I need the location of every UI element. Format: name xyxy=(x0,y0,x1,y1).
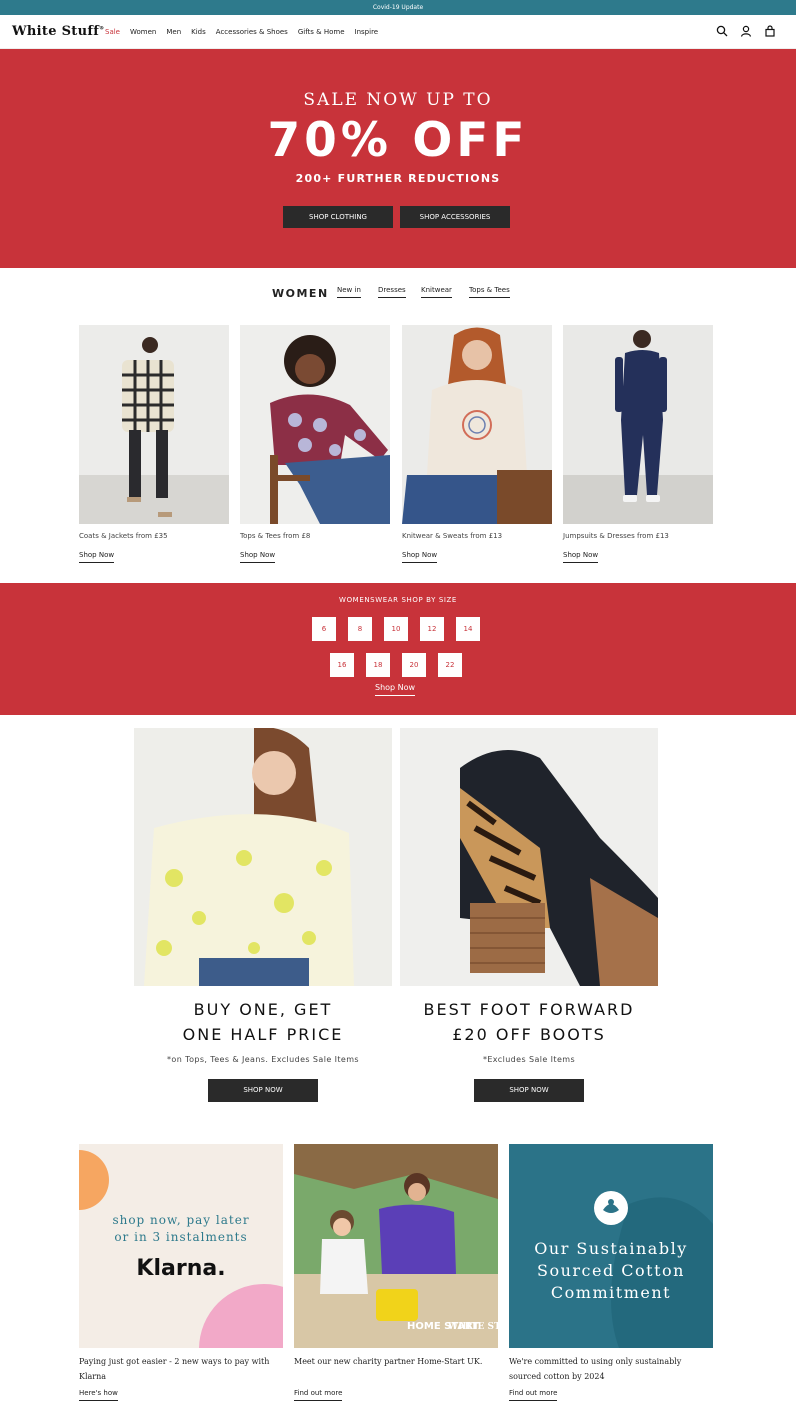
menu-item-gifts-home[interactable]: Gifts & Home xyxy=(298,28,345,36)
card-caption: Tops & Tees from £8 xyxy=(240,532,311,540)
size-button-10[interactable]: 10 xyxy=(384,617,408,641)
shop-by-size-link[interactable]: Shop Now xyxy=(375,683,416,696)
sustainable-cotton-image[interactable]: Our Sustainably Sourced Cotton Commitmen… xyxy=(509,1144,713,1348)
home-start-charity-image[interactable]: HOME START WHITE STUFF xyxy=(294,1144,498,1348)
women-link-knitwear[interactable]: Knitwear xyxy=(421,286,452,298)
home-start-tile[interactable]: HOME START WHITE STUFF Meet our new char… xyxy=(294,1144,498,1401)
covid-update-link[interactable]: Covid-19 Update xyxy=(373,4,423,11)
find-out-more-link[interactable]: Find out more xyxy=(294,1389,343,1401)
boot-image[interactable] xyxy=(400,728,658,986)
women-section-header: WOMEN New in Dresses Knitwear Tops & Tee… xyxy=(0,284,796,304)
size-button-22[interactable]: 22 xyxy=(438,653,462,677)
category-card-knitwear[interactable]: Knitwear & Sweats from £13 Shop Now xyxy=(402,325,552,563)
size-button-6[interactable]: 6 xyxy=(312,617,336,641)
header-nav: White Stuff® Sale Women Men Kids Accesso… xyxy=(0,15,796,49)
size-button-16[interactable]: 16 xyxy=(330,653,354,677)
cotton-heading-line2: Sourced Cotton xyxy=(537,1261,685,1280)
size-button-18[interactable]: 18 xyxy=(366,653,390,677)
size-button-20[interactable]: 20 xyxy=(402,653,426,677)
sale-hero-banner: SALE NOW UP TO 70% OFF 200+ FURTHER REDU… xyxy=(0,49,796,268)
shop-clothing-button[interactable]: SHOP CLOTHING xyxy=(283,206,393,228)
card-caption: Jumpsuits & Dresses from £13 xyxy=(563,532,669,540)
coats-model-image[interactable] xyxy=(79,325,229,524)
tile-description: Meet our new charity partner Home-Start … xyxy=(294,1357,483,1366)
menu-item-kids[interactable]: Kids xyxy=(191,28,206,36)
menu-item-sale[interactable]: Sale xyxy=(105,28,120,36)
women-link-dresses[interactable]: Dresses xyxy=(378,286,406,298)
shop-now-link[interactable]: Shop Now xyxy=(240,551,276,563)
jumpsuits-model-image[interactable] xyxy=(563,325,713,524)
cotton-heading-line3: Commitment xyxy=(551,1283,671,1302)
category-card-coats[interactable]: Coats & Jackets from £35 Shop Now xyxy=(79,325,229,563)
women-title: WOMEN xyxy=(272,287,329,300)
promo-heading-line2: £20 OFF BOOTS xyxy=(452,1025,606,1044)
account-icon[interactable] xyxy=(740,25,752,37)
covid-update-bar[interactable]: Covid-19 Update xyxy=(0,0,796,15)
menu-item-accessories-shoes[interactable]: Accessories & Shoes xyxy=(216,28,288,36)
cotton-heading-line1: Our Sustainably xyxy=(534,1239,687,1258)
search-icon[interactable] xyxy=(716,25,728,37)
promo-note: *on Tops, Tees & Jeans. Excludes Sale It… xyxy=(167,1055,359,1064)
promo-boots: BEST FOOT FORWARD £20 OFF BOOTS *Exclude… xyxy=(400,728,658,1102)
sustainable-cotton-tile[interactable]: Our Sustainably Sourced Cotton Commitmen… xyxy=(509,1144,713,1401)
size-button-14[interactable]: 14 xyxy=(456,617,480,641)
tops-model-image[interactable] xyxy=(240,325,390,524)
header-actions xyxy=(716,25,776,37)
promo-heading-line2: ONE HALF PRICE xyxy=(182,1025,344,1044)
promo-shop-now-button[interactable]: SHOP NOW xyxy=(208,1079,318,1102)
card-caption: Coats & Jackets from £35 xyxy=(79,532,168,540)
category-card-tops[interactable]: Tops & Tees from £8 Shop Now xyxy=(240,325,390,563)
knitwear-model-image[interactable] xyxy=(402,325,552,524)
shop-by-size-band: WOMENSWEAR SHOP BY SIZE 6 8 10 12 14 16 … xyxy=(0,583,796,715)
size-button-8[interactable]: 8 xyxy=(348,617,372,641)
menu-item-women[interactable]: Women xyxy=(130,28,156,36)
logo[interactable]: White Stuff® xyxy=(12,24,104,39)
tile-description: Paying just got easier - 2 new ways to p… xyxy=(79,1357,270,1381)
category-card-jumpsuits[interactable]: Jumpsuits & Dresses from £13 Shop Now xyxy=(563,325,713,563)
menu-item-men[interactable]: Men xyxy=(166,28,181,36)
promo-shop-now-button[interactable]: SHOP NOW xyxy=(474,1079,584,1102)
promo-heading-line1: BEST FOOT FORWARD xyxy=(423,1000,635,1019)
find-out-more-link[interactable]: Find out more xyxy=(509,1389,558,1401)
promo-bogo-half-price: BUY ONE, GET ONE HALF PRICE *on Tops, Te… xyxy=(134,728,392,1102)
hero-subline: 200+ FURTHER REDUCTIONS xyxy=(295,172,501,185)
white-stuff-sign: WHITE STUFF xyxy=(447,1322,498,1332)
shop-now-link[interactable]: Shop Now xyxy=(563,551,599,563)
card-caption: Knitwear & Sweats from £13 xyxy=(402,532,503,540)
shop-by-size-title: WOMENSWEAR SHOP BY SIZE xyxy=(339,596,457,604)
blouse-model-image[interactable] xyxy=(134,728,392,986)
tile-description: We're committed to using only sustainabl… xyxy=(509,1357,682,1381)
promo-note: *Excludes Sale Items xyxy=(482,1055,576,1064)
menu-item-inspire[interactable]: Inspire xyxy=(355,28,379,36)
shop-accessories-button[interactable]: SHOP ACCESSORIES xyxy=(400,206,510,228)
klarna-logo: Klarna. xyxy=(136,1256,225,1281)
shop-now-link[interactable]: Shop Now xyxy=(402,551,438,563)
klarna-banner-image[interactable]: shop now, pay later or in 3 instalments … xyxy=(79,1144,283,1348)
hero-eyebrow: SALE NOW UP TO xyxy=(303,90,493,110)
klarna-tile[interactable]: shop now, pay later or in 3 instalments … xyxy=(79,1144,283,1401)
shop-now-link[interactable]: Shop Now xyxy=(79,551,115,563)
heres-how-link[interactable]: Here's how xyxy=(79,1389,118,1401)
promo-heading-line1: BUY ONE, GET xyxy=(193,1000,333,1019)
women-link-new-in[interactable]: New in xyxy=(337,286,361,298)
klarna-tagline-line2: or in 3 instalments xyxy=(114,1230,247,1244)
hero-headline: 70% OFF xyxy=(267,113,529,168)
main-menu: Sale Women Men Kids Accessories & Shoes … xyxy=(105,28,378,36)
women-link-tops-tees[interactable]: Tops & Tees xyxy=(469,286,510,298)
bag-icon[interactable] xyxy=(764,25,776,37)
klarna-tagline-line1: shop now, pay later xyxy=(112,1213,249,1227)
size-button-12[interactable]: 12 xyxy=(420,617,444,641)
